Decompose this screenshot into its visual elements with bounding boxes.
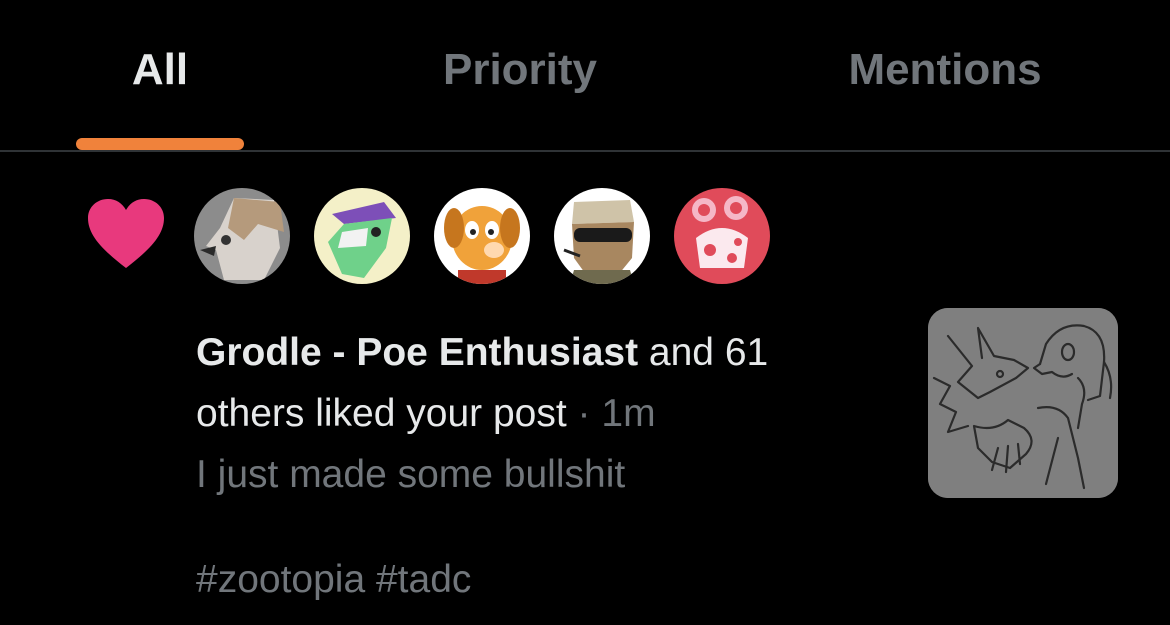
tab-all-label: All: [131, 45, 189, 94]
post-thumbnail-image: [928, 308, 1118, 498]
avatar-image: [674, 188, 770, 284]
tab-priority-label: Priority: [442, 45, 598, 94]
post-tags: #zootopia #tadc: [196, 558, 472, 601]
active-tab-indicator: [76, 138, 244, 150]
avatar[interactable]: [314, 188, 410, 284]
avatar-image: [554, 188, 650, 284]
meta-separator: ·: [566, 392, 602, 435]
tab-mentions-label: Mentions: [848, 45, 1042, 94]
summary-rest: and 61: [638, 331, 769, 374]
avatar[interactable]: [434, 188, 530, 284]
notification-summary-line1: Grodle - Poe Enthusiast and 61: [196, 322, 896, 383]
avatar[interactable]: [554, 188, 650, 284]
timestamp: 1m: [601, 392, 656, 435]
tab-all[interactable]: All: [40, 0, 280, 150]
avatar[interactable]: [194, 188, 290, 284]
notification-tabs: All Priority Mentions: [0, 0, 1170, 152]
summary-line2: others liked your post: [196, 392, 567, 435]
tab-priority[interactable]: Priority: [400, 0, 640, 150]
post-thumbnail[interactable]: [928, 308, 1118, 498]
avatar-image: [314, 188, 410, 284]
avatar[interactable]: [674, 188, 770, 284]
actor-name-link[interactable]: Grodle - Poe Enthusiast: [196, 331, 638, 374]
avatar-image: [194, 188, 290, 284]
tab-mentions[interactable]: Mentions: [800, 0, 1090, 150]
notification-summary-line2: others liked your post · 1m: [196, 383, 896, 444]
heart-icon: [88, 199, 164, 268]
like-notification[interactable]: Grodle - Poe Enthusiast and 61 others li…: [0, 152, 1170, 625]
notifications-screen: All Priority Mentions Grodle - Poe Enthu…: [0, 0, 1170, 625]
avatar-image: [434, 188, 530, 284]
notification-text: Grodle - Poe Enthusiast and 61 others li…: [196, 322, 896, 505]
post-snippet: I just made some bullshit: [196, 453, 626, 496]
